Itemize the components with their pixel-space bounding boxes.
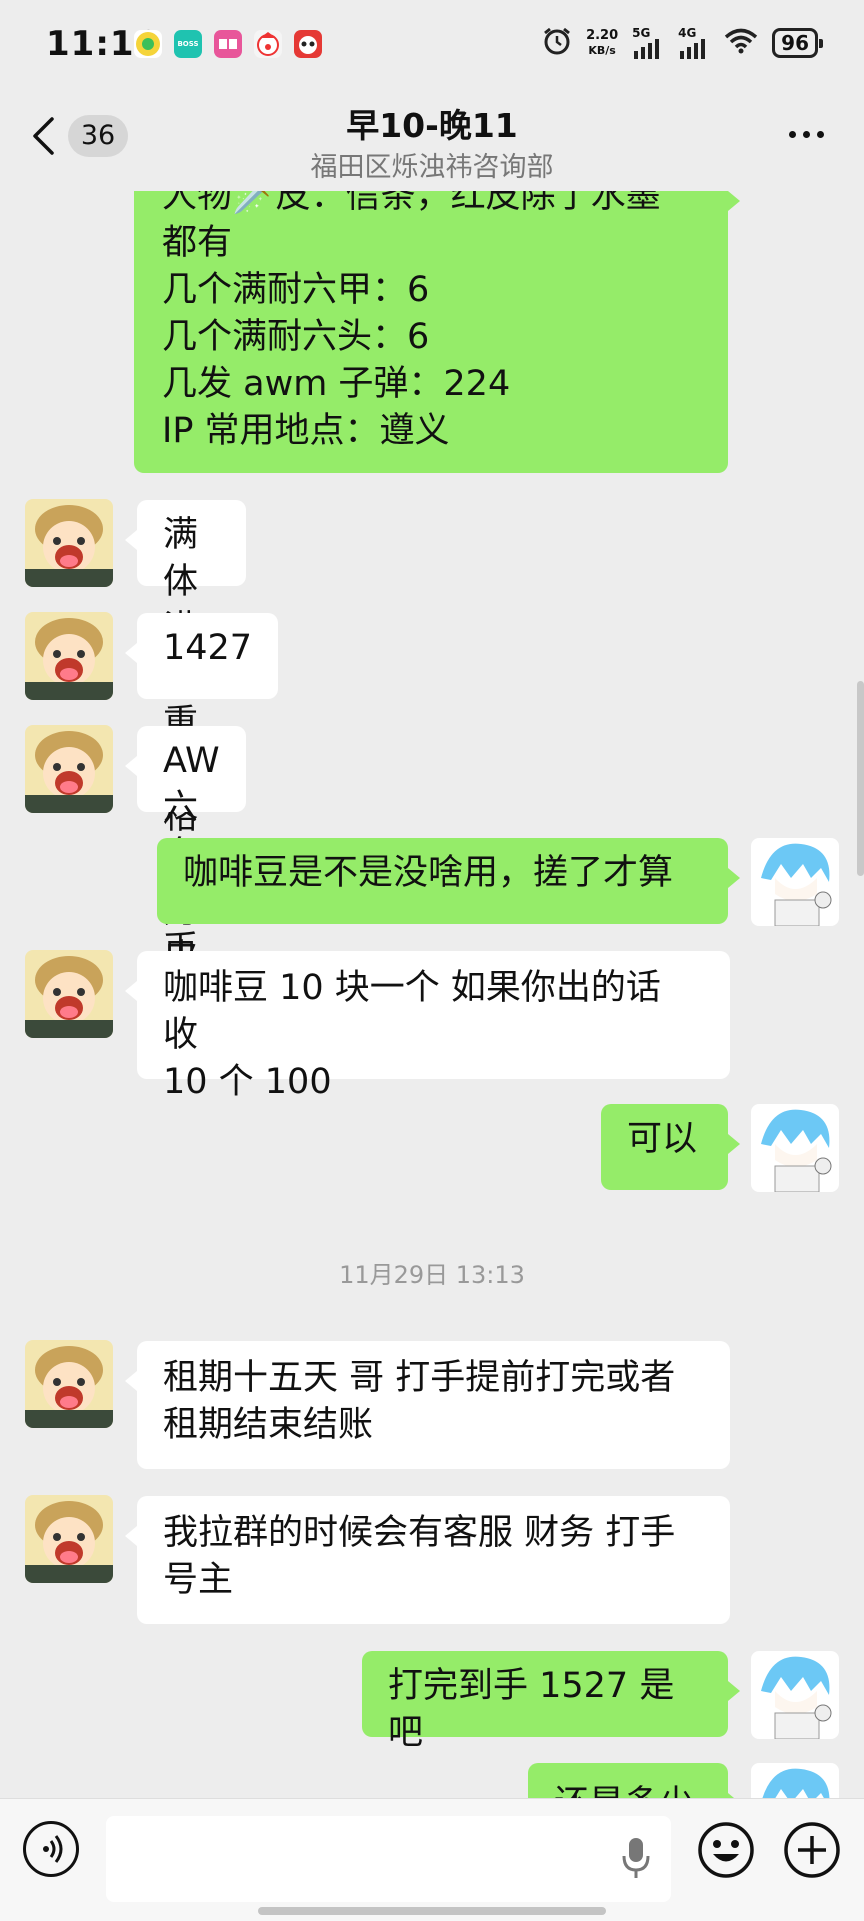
signal-5g-label: 5G <box>632 26 651 40</box>
message-bubble[interactable]: 打完到手 1527 是吧 <box>362 1651 740 1753</box>
my-avatar[interactable] <box>751 1104 839 1192</box>
signal-bars-icon <box>680 39 706 59</box>
battery-indicator: 96 <box>772 28 823 58</box>
chat-subtitle: 福田区烁浊祎咨询部 <box>310 152 554 183</box>
message-line: 号主 <box>163 1560 234 1600</box>
contact-avatar[interactable] <box>25 950 113 1038</box>
chat-header: 36 早10-晚11 福田区烁浊祎咨询部 <box>0 95 864 191</box>
message-timestamp: 11月29日 13:13 <box>339 1261 525 1289</box>
message-line: 人物🗡️皮：信条，红皮除了水墨 <box>162 191 661 216</box>
library-app-icon <box>214 30 242 58</box>
emoji-icon[interactable] <box>697 1821 755 1879</box>
message-bubble[interactable]: AW 六套纯币 <box>125 726 246 969</box>
message-line: 咖啡豆 10 块一个 如果你出的话 收 <box>163 968 661 1055</box>
signal-4g: 4G <box>678 27 710 59</box>
contact-avatar[interactable] <box>25 612 113 700</box>
signal-5g: 5G <box>632 27 664 59</box>
wifi-icon <box>724 28 758 58</box>
network-speed-value: 2.20 <box>586 28 619 43</box>
scrollbar-thumb[interactable] <box>857 681 864 876</box>
message-bubble[interactable]: 咖啡豆是不是没啥用，搓了才算 <box>157 838 740 924</box>
message-bubble[interactable]: 还是多少 <box>528 1763 740 1798</box>
contact-avatar[interactable] <box>25 1340 113 1428</box>
my-avatar[interactable] <box>751 1763 839 1798</box>
contact-avatar[interactable] <box>25 1495 113 1583</box>
voice-wave-icon <box>43 1835 63 1863</box>
microphone-icon[interactable] <box>621 1836 651 1884</box>
contact-avatar[interactable] <box>25 725 113 813</box>
add-more-icon[interactable] <box>783 1821 841 1879</box>
more-options-icon[interactable] <box>789 131 824 138</box>
message-line: 租期十五天 哥 打手提前打完或者 <box>163 1358 676 1398</box>
network-speed-unit: KB/s <box>588 44 616 57</box>
contact-avatar[interactable] <box>25 499 113 587</box>
my-avatar[interactable] <box>751 1651 839 1739</box>
message-bubble[interactable]: 1427 <box>124 613 279 699</box>
music-app-icon <box>134 30 162 58</box>
message-line: 几个满耐六甲：6 <box>162 270 430 310</box>
signal-4g-label: 4G <box>678 26 697 40</box>
input-toolbar <box>0 1798 864 1921</box>
message-bubble[interactable]: 满体满负重九格 + 刀皮 1：32 <box>124 500 247 1072</box>
message-line: 都有 <box>162 223 233 263</box>
message-line: 几发 awm 子弹：224 <box>162 364 511 404</box>
message-bubble[interactable]: 人物🗡️皮：信条，红皮除了水墨 都有 几个满耐六甲：6 几个满耐六头：6 几发 … <box>134 191 740 473</box>
message-line: 租期结束结账 <box>163 1405 374 1445</box>
message-line: 我拉群的时候会有客服 财务 打手 <box>163 1513 676 1553</box>
voice-input-button[interactable] <box>23 1821 79 1877</box>
system-icons: 2.20 KB/s 5G 4G 96 <box>542 26 823 60</box>
my-avatar[interactable] <box>751 838 839 926</box>
chat-messages[interactable]: 人物🗡️皮：信条，红皮除了水墨 都有 几个满耐六甲：6 几个满耐六头：6 几发 … <box>0 191 864 1798</box>
alarm-icon <box>542 26 572 60</box>
message-line: 10 个 100 <box>163 1062 332 1102</box>
home-indicator[interactable] <box>258 1907 606 1915</box>
clown-game-icon <box>254 30 282 58</box>
message-bubble[interactable]: 可以 <box>601 1104 740 1190</box>
message-input[interactable] <box>106 1816 671 1902</box>
panda-app-icon <box>294 30 322 58</box>
status-bar: 11:16 BOSS 2.20 KB/s 5G 4G 96 <box>0 0 864 95</box>
message-bubble[interactable]: 咖啡豆 10 块一个 如果你出的话 收 10 个 100 <box>125 951 730 1102</box>
boss-zhipin-icon: BOSS <box>174 30 202 58</box>
signal-bars-icon <box>634 39 660 59</box>
message-bubble[interactable]: 租期十五天 哥 打手提前打完或者 租期结束结账 <box>125 1341 730 1469</box>
message-bubble[interactable]: 我拉群的时候会有客服 财务 打手 号主 <box>125 1496 730 1624</box>
notification-icons: BOSS <box>134 30 322 58</box>
message-line: IP 常用地点：遵义 <box>162 411 450 451</box>
chat-title: 早10-晚11 <box>346 106 518 145</box>
network-speed: 2.20 KB/s <box>586 28 618 58</box>
message-line: 几个满耐六头：6 <box>162 317 430 357</box>
